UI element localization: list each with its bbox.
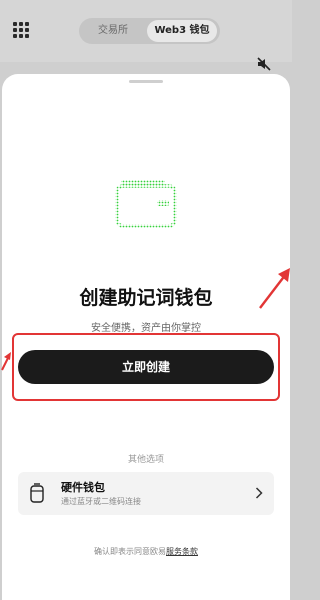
apps-grid-icon[interactable] [13, 22, 29, 38]
sheet-title: 创建助记词钱包 [79, 287, 213, 309]
mute-icon[interactable] [256, 56, 272, 72]
annotation-arrow-icon [259, 268, 290, 309]
other-options-label: 其他选项 [127, 455, 164, 465]
sheet-drag-handle[interactable] [129, 80, 163, 83]
terms-prefix: 确认即表示同意欧易 [94, 547, 166, 556]
wallet-icon [115, 180, 177, 228]
hardware-wallet-icon [30, 483, 44, 503]
create-now-button[interactable]: 立即创建 [18, 350, 274, 384]
terms-of-service-link[interactable]: 服务条款 [166, 547, 198, 556]
hardware-wallet-option[interactable]: 硬件钱包 通过蓝牙或二维码连接 [18, 472, 274, 515]
mode-switcher: 交易所 Web3 钱包 [79, 18, 220, 44]
tab-web3-wallet[interactable]: Web3 钱包 [147, 20, 217, 42]
hardware-wallet-title: 硬件钱包 [61, 481, 105, 494]
hardware-wallet-subtitle: 通过蓝牙或二维码连接 [61, 497, 141, 506]
top-bar: 交易所 Web3 钱包 [0, 0, 292, 71]
create-wallet-sheet: 创建助记词钱包 安全便携，资产由你掌控 立即创建 其他选项 硬件钱包 通过蓝牙或… [2, 74, 290, 600]
chevron-right-icon [255, 487, 263, 499]
terms-text: 确认即表示同意欧易服务条款 [2, 546, 290, 557]
annotation-arrow-left-icon [1, 352, 11, 371]
tab-exchange[interactable]: 交易所 [83, 20, 143, 42]
sheet-subtitle: 安全便携，资产由你掌控 [91, 323, 201, 334]
